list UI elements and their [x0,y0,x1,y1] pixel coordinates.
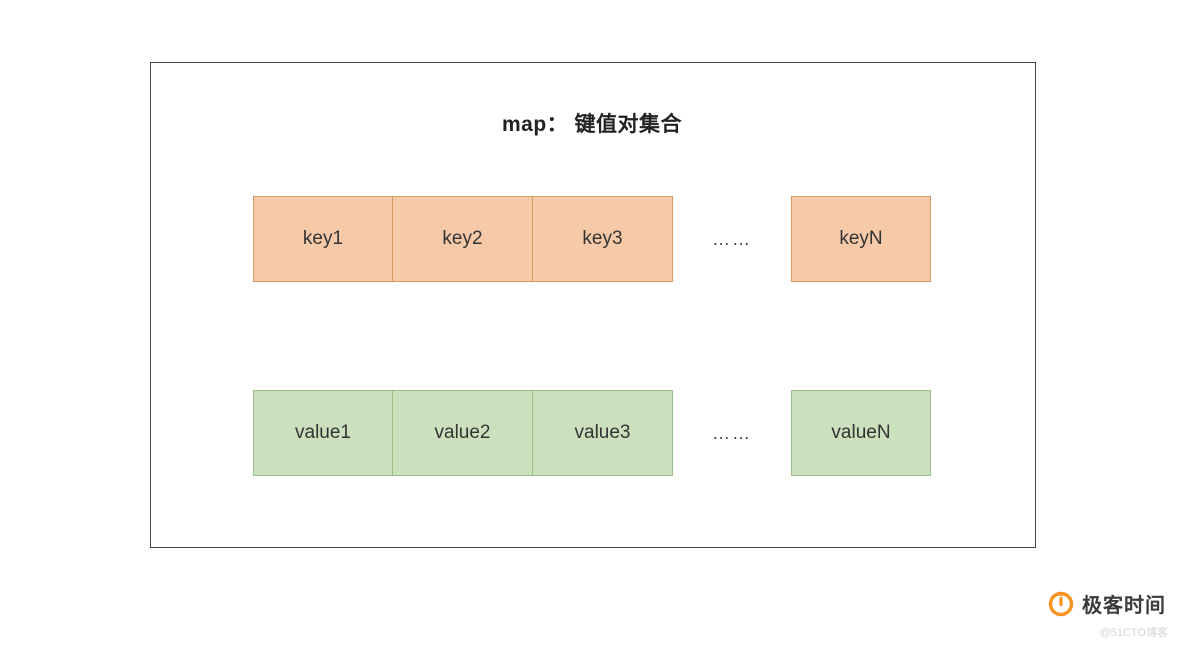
key-cell-last: keyN [791,196,931,282]
values-ellipsis: …… [673,423,791,444]
values-group: value1 value2 value3 [253,390,673,476]
value-cell-last: valueN [791,390,931,476]
value-cell: value3 [533,390,673,476]
clock-icon [1048,591,1074,617]
key-cell: key1 [253,196,393,282]
keys-last-group: keyN [791,196,931,282]
brand-text: 极客时间 [1082,589,1166,618]
diagram-title: map： 键值对集合 [0,108,1184,138]
key-cell: key3 [533,196,673,282]
value-cell: value1 [253,390,393,476]
key-cell: key2 [393,196,533,282]
keys-ellipsis: …… [673,229,791,250]
values-last-group: valueN [791,390,931,476]
keys-row: key1 key2 key3 …… keyN [0,196,1184,282]
keys-group: key1 key2 key3 [253,196,673,282]
value-cell: value2 [393,390,533,476]
watermark-text: @51CTO博客 [1100,624,1168,640]
values-row: value1 value2 value3 …… valueN [0,390,1184,476]
brand-logo: 极客时间 [1048,589,1166,618]
diagram-canvas: map： 键值对集合 key1 key2 key3 …… keyN value1… [0,0,1184,646]
